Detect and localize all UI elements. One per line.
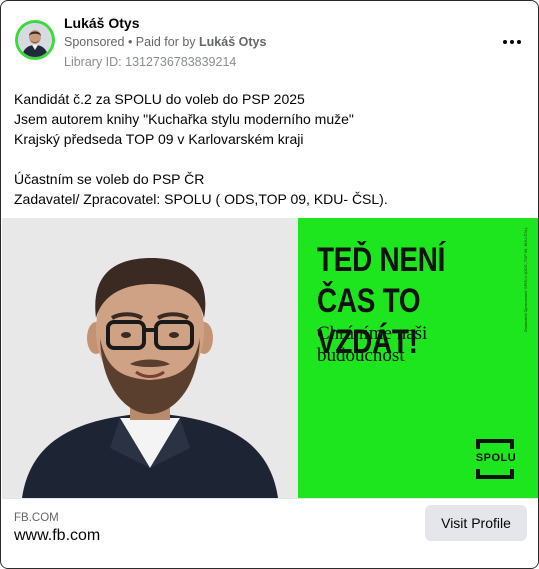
paid-for-name[interactable]: Lukáš Otys [199, 35, 266, 49]
ad-subline-1: Chráníme naši [317, 323, 428, 344]
body-blank-line [14, 149, 526, 169]
ad-creative[interactable]: Zadavatel/ Zpracovatel: SPOLU (ODS, TOP … [2, 218, 538, 498]
author-name[interactable]: Lukáš Otys [64, 15, 139, 31]
body-line: Krajský předseda TOP 09 v Karlovarském k… [14, 131, 304, 147]
avatar-image [18, 23, 52, 57]
slogan-panel: Zadavatel/ Zpracovatel: SPOLU (ODS, TOP … [298, 218, 538, 498]
meta-separator: • [124, 35, 136, 49]
body-line: Zadavatel/ Zpracovatel: SPOLU ( ODS,TOP … [14, 191, 388, 207]
logo-bracket-bottom [476, 469, 514, 479]
more-options-button[interactable] [498, 31, 526, 53]
spolu-logo: SPOLU [473, 439, 521, 479]
ad-subline: Chráníme naši budoucnost [317, 323, 427, 367]
candidate-photo [2, 218, 298, 498]
logo-text: SPOLU [475, 452, 517, 464]
paid-for-prefix: Paid for by [135, 35, 200, 49]
body-line: Kandidát č.2 za SPOLU do voleb do PSP 20… [14, 91, 305, 107]
post-header: Lukáš Otys Sponsored • Paid for by Lukáš… [13, 13, 526, 73]
library-id: Library ID: 1312736783839214 [64, 55, 237, 69]
more-dot [510, 40, 514, 44]
more-horizontal-icon [503, 40, 507, 44]
more-dot [517, 40, 521, 44]
link-footer[interactable]: FB.COM www.fb.com Visit Profile [2, 498, 538, 568]
ad-subline-2: budoucnost [317, 345, 405, 366]
vertical-disclaimer: Zadavatel/ Zpracovatel: SPOLU (ODS, TOP … [523, 227, 528, 332]
post-body: Kandidát č.2 za SPOLU do voleb do PSP 20… [14, 89, 526, 209]
body-line: Jsem autorem knihy "Kuchařka stylu moder… [14, 111, 354, 127]
sponsored-label: Sponsored [64, 35, 125, 49]
logo-bracket-top [476, 439, 514, 449]
avatar[interactable] [15, 20, 55, 60]
visit-profile-button[interactable]: Visit Profile [425, 505, 527, 541]
sponsored-meta: Sponsored • Paid for by Lukáš Otys [64, 35, 266, 49]
link-domain[interactable]: www.fb.com [14, 527, 100, 545]
ad-card: Lukáš Otys Sponsored • Paid for by Lukáš… [0, 0, 539, 569]
link-domain-caption: FB.COM [14, 512, 59, 524]
body-line: Účastním se voleb do PSP ČR [14, 171, 205, 187]
